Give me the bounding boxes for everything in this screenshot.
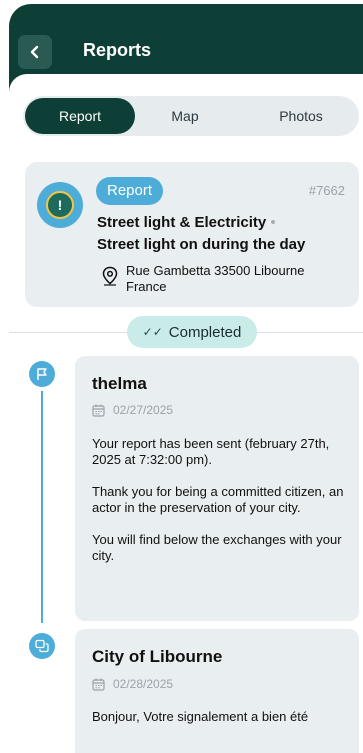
report-id: #7662 — [308, 183, 345, 198]
message-date: 02/28/2025 — [92, 677, 173, 691]
report-category: Street light & Electricity • — [97, 214, 276, 231]
page-title: Reports — [83, 40, 152, 60]
status-badge: ✓✓ Completed — [127, 316, 257, 348]
message-body: Your report has been sent (february 27th… — [92, 436, 350, 580]
double-check-icon: ✓✓ — [142, 325, 163, 339]
back-button[interactable] — [18, 35, 52, 69]
report-subcategory: Street light on during the day — [97, 236, 306, 253]
timeline-line — [41, 391, 43, 623]
timeline-chat-marker — [29, 633, 55, 659]
tab-report[interactable]: Report — [25, 98, 135, 134]
report-address: Rue Gambetta 33500 Libourne France — [126, 263, 305, 294]
message-body: Bonjour, Votre signalement a bien été — [92, 709, 350, 741]
chat-icon — [35, 639, 49, 653]
street-light-category-icon: ! — [37, 182, 83, 228]
tab-map[interactable]: Map — [127, 98, 243, 134]
report-type-badge: Report — [96, 177, 164, 205]
chevron-left-icon — [30, 45, 39, 59]
message-paragraph: Your report has been sent (february 27th… — [92, 436, 330, 467]
calendar-icon — [92, 678, 105, 691]
calendar-icon — [92, 404, 105, 417]
message-paragraph: You will find below the exchanges with y… — [92, 532, 342, 563]
report-card[interactable]: ! Report #7662 Street light & Electricit… — [25, 162, 359, 307]
app-frame: Reports Report Map Photos ! Report #7662… — [9, 4, 363, 753]
message-card: City of Libourne 02/28/2025 Bonjour, Vot… — [75, 629, 359, 753]
tab-bar: Report Map Photos — [23, 96, 359, 136]
message-author: City of Libourne — [92, 647, 223, 666]
message-author: thelma — [92, 374, 147, 393]
message-date: 02/27/2025 — [92, 403, 173, 417]
status-label: Completed — [168, 323, 242, 341]
timeline-flag-marker — [29, 361, 55, 387]
message-card: thelma 02/27/2025 Your report has been s… — [75, 356, 359, 621]
flag-icon — [37, 368, 47, 380]
message-paragraph: Thank you for being a committed citizen,… — [92, 484, 344, 515]
location-pin-icon — [102, 266, 118, 286]
message-paragraph: Bonjour, Votre signalement a bien été — [92, 709, 309, 724]
tab-photos[interactable]: Photos — [243, 98, 359, 134]
content-sheet: Report Map Photos ! Report #7662 Street … — [9, 74, 363, 753]
